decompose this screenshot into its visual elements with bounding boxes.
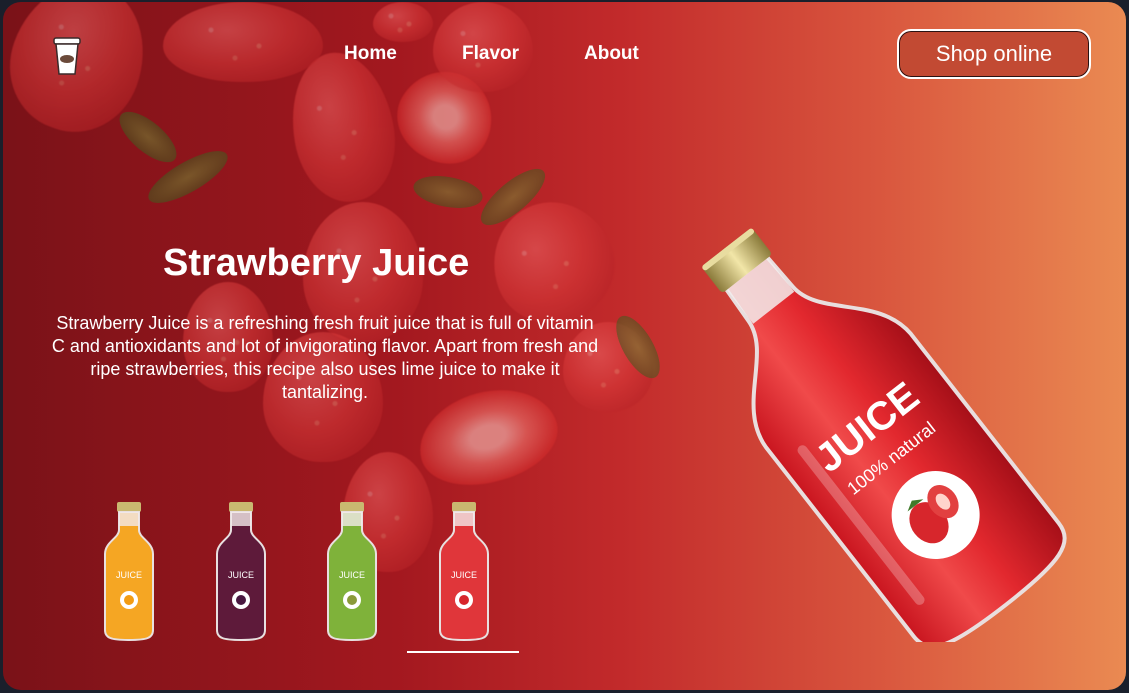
svg-text:JUICE: JUICE: [451, 570, 477, 580]
svg-text:JUICE: JUICE: [228, 570, 254, 580]
svg-text:JUICE: JUICE: [116, 570, 142, 580]
juice-bottle-image: JUICE 100% natural: [613, 182, 1093, 649]
page-title: Strawberry Juice: [163, 242, 470, 284]
thumbnail-orange[interactable]: JUICE: [99, 502, 159, 644]
juice-cup-icon[interactable]: [53, 36, 81, 76]
nav-about[interactable]: About: [584, 43, 639, 65]
thumbnail-strawberry[interactable]: JUICE: [434, 502, 494, 644]
hero-description: Strawberry Juice is a refreshing fresh f…: [51, 313, 599, 402]
selected-thumbnail-indicator: [407, 651, 519, 653]
hero-section: Home Flavor About Shop online Strawberry…: [3, 2, 1126, 690]
thumbnail-kiwi[interactable]: JUICE: [322, 502, 382, 644]
thumbnail-blackberry[interactable]: JUICE: [211, 502, 271, 644]
nav-flavor[interactable]: Flavor: [462, 43, 519, 65]
svg-text:JUICE: JUICE: [339, 570, 365, 580]
nav-home[interactable]: Home: [344, 43, 397, 65]
shop-online-button[interactable]: Shop online: [897, 29, 1091, 79]
